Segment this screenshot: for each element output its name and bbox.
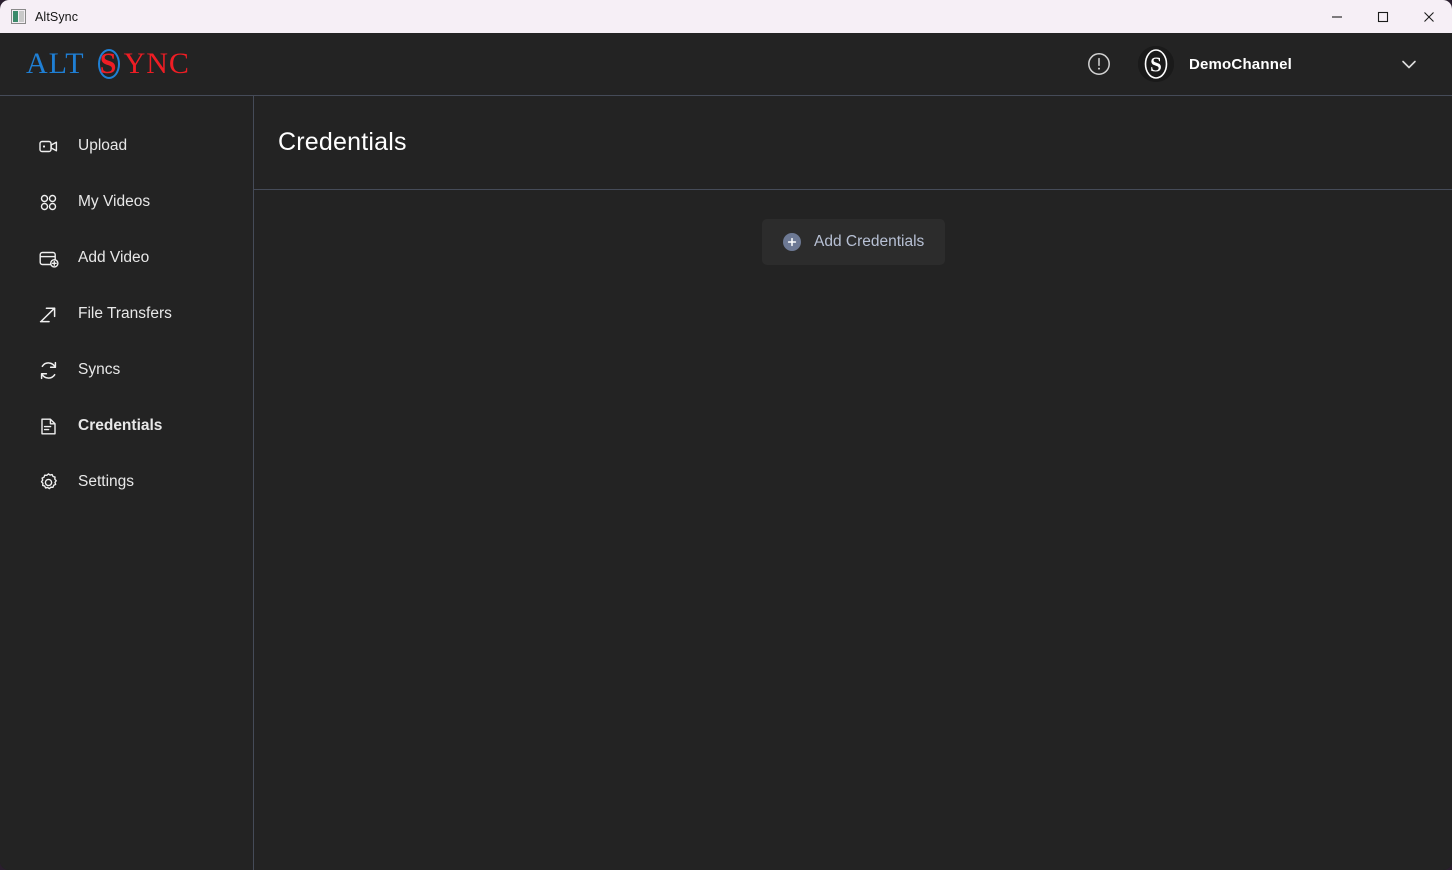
app-logo[interactable]: ALT S YNC (26, 47, 190, 81)
svg-text:S: S (1150, 53, 1162, 77)
credentials-panel: Add Credentials (254, 190, 1452, 870)
alert-circle-icon[interactable] (1082, 47, 1116, 81)
avatar[interactable]: S (1137, 46, 1174, 82)
main-content: Credentials Add Credentials (254, 96, 1452, 870)
maximize-icon[interactable] (1360, 0, 1406, 33)
app-tile-icon (11, 9, 26, 24)
refresh-icon (38, 360, 59, 381)
channel-name: DemoChannel (1188, 55, 1292, 73)
gear-icon (38, 472, 59, 493)
sidebar-item-my-videos[interactable]: My Videos (0, 182, 253, 222)
app-header: ALT S YNC S DemoChannel (0, 33, 1452, 96)
titlebar-title: AltSync (35, 9, 79, 24)
sidebar-item-syncs[interactable]: Syncs (0, 350, 253, 390)
document-lines-icon (38, 416, 59, 437)
window-controls (1314, 0, 1452, 33)
sidebar-item-upload[interactable]: Upload (0, 126, 253, 166)
add-credentials-label: Add Credentials (814, 233, 925, 250)
logo-text-ync: YNC (123, 47, 190, 80)
sidebar-item-label: File Transfers (78, 305, 172, 322)
sidebar-item-file-transfers[interactable]: File Transfers (0, 294, 253, 334)
grid-circles-icon (38, 192, 59, 213)
plus-circle-icon (783, 233, 801, 251)
minimize-icon[interactable] (1314, 0, 1360, 33)
video-camera-icon (38, 136, 59, 157)
logo-s-badge: S (96, 47, 122, 81)
sidebar-item-label: My Videos (78, 193, 151, 210)
app-window: AltSync ALT S YNC S DemoChannel Upload M… (0, 0, 1452, 870)
header-right-group: S DemoChannel (1082, 46, 1426, 82)
sidebar-item-label: Add Video (78, 249, 150, 266)
titlebar-left-group: AltSync (0, 9, 78, 24)
app-body: Upload My Videos Add Video File Transfer… (0, 96, 1452, 870)
page-header: Credentials (254, 96, 1452, 190)
sidebar-item-settings[interactable]: Settings (0, 462, 253, 502)
arrow-up-right-icon (38, 304, 59, 325)
channel-avatar-s-icon: S (1137, 46, 1174, 82)
page-title: Credentials (278, 128, 407, 156)
sidebar-item-label: Upload (78, 137, 128, 154)
chevron-down-icon[interactable] (1392, 47, 1426, 81)
sidebar: Upload My Videos Add Video File Transfer… (0, 96, 254, 870)
logo-text-s: S (99, 47, 118, 80)
sidebar-item-label: Credentials (78, 417, 163, 434)
sidebar-item-label: Settings (78, 473, 135, 490)
window-plus-icon (38, 248, 59, 269)
logo-text-alt: ALT (26, 47, 85, 80)
sidebar-item-add-video[interactable]: Add Video (0, 238, 253, 278)
sidebar-item-label: Syncs (78, 361, 121, 378)
titlebar[interactable]: AltSync (0, 0, 1452, 33)
sidebar-item-credentials[interactable]: Credentials (0, 406, 253, 446)
close-icon[interactable] (1406, 0, 1452, 33)
add-credentials-button[interactable]: Add Credentials (762, 219, 946, 265)
